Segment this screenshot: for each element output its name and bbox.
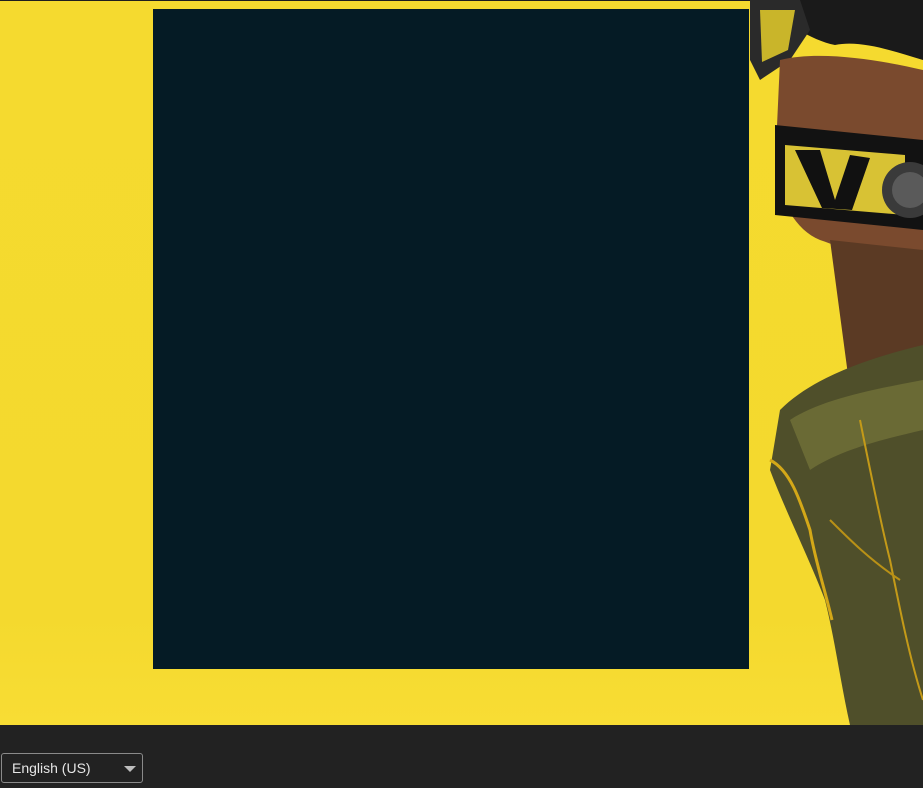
character-artwork xyxy=(750,0,923,725)
page: English (US) xyxy=(0,0,923,788)
language-select[interactable]: English (US) xyxy=(1,753,143,783)
hero-banner xyxy=(0,0,923,725)
caret-down-icon xyxy=(124,766,136,772)
content-panel xyxy=(153,9,749,669)
footer: English (US) xyxy=(0,725,923,788)
language-select-value: English (US) xyxy=(12,760,91,776)
